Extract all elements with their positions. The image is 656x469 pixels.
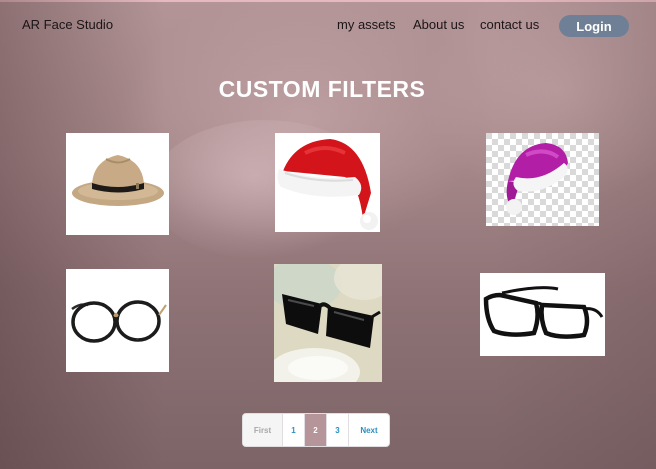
filter-tile-round-glasses[interactable]: ~ (66, 269, 169, 372)
pagination-page-3[interactable]: 3 (327, 414, 349, 446)
pagination-first: First (243, 414, 283, 446)
fedora-hat-icon (72, 155, 164, 206)
purple-santa-hat-icon (486, 133, 599, 226)
nav-about-us[interactable]: About us (413, 17, 464, 32)
nav-contact-us[interactable]: contact us (480, 17, 539, 32)
nav-my-assets[interactable]: my assets (337, 17, 396, 32)
sunglasses-icon (274, 264, 382, 382)
page-title: CUSTOM FILTERS (218, 76, 426, 102)
top-accent-line (0, 0, 656, 2)
filter-tile-rectangular-glasses[interactable] (480, 273, 605, 356)
pagination-page-1[interactable]: 1 (283, 414, 305, 446)
round-glasses-icon: ~ (71, 300, 167, 343)
brand-logo-text[interactable]: AR Face Studio (22, 17, 113, 32)
pagination-next[interactable]: Next (349, 414, 389, 446)
filter-tile-purple-santa-hat[interactable] (486, 133, 599, 226)
santa-hat-icon (277, 139, 378, 230)
filter-tile-santa-hat[interactable] (275, 133, 380, 232)
pagination-page-2-current[interactable]: 2 (305, 414, 327, 446)
filter-tile-fedora-hat[interactable] (66, 133, 169, 235)
rectangular-glasses-icon (483, 286, 604, 339)
pagination: First 1 2 3 Next (242, 413, 390, 447)
filter-tile-sunglasses[interactable] (274, 264, 382, 382)
login-button[interactable]: Login (559, 15, 629, 37)
